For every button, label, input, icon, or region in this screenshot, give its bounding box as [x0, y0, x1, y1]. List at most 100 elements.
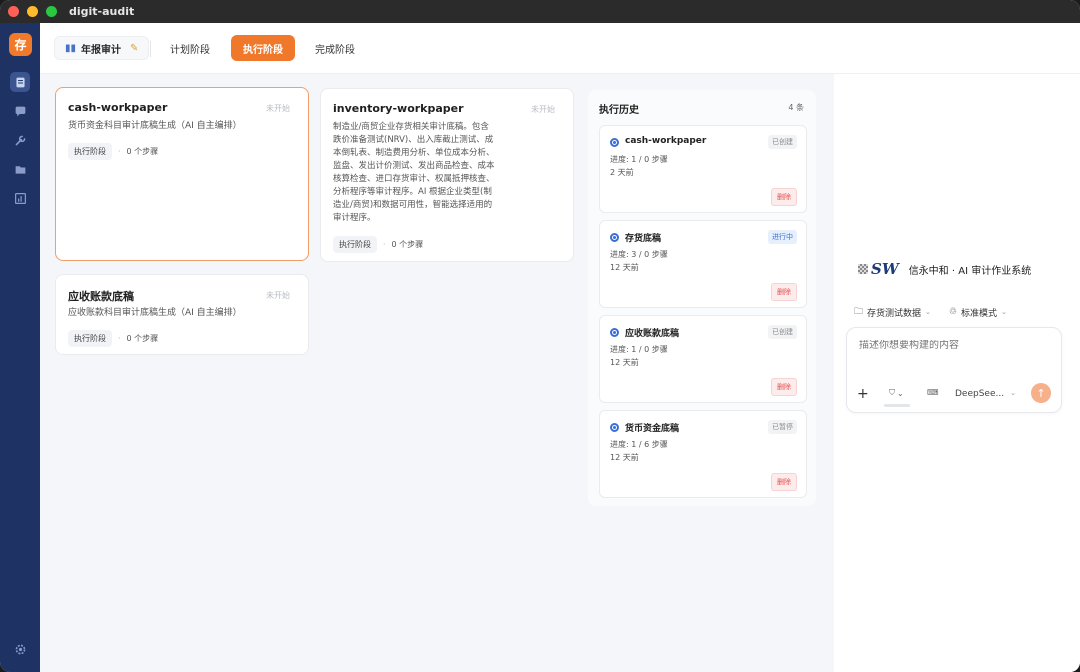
tool-indicator: [884, 404, 910, 407]
separator-dot: ·: [118, 147, 121, 156]
history-item[interactable]: cash-workpaper 已创建 进度: 1 / 0 步骤 2 天前 删除: [599, 125, 807, 213]
execution-history-panel: 执行历史 4 条 cash-workpaper 已创建 进度: 1 / 0 步骤…: [588, 90, 816, 506]
chat-icon[interactable]: [10, 101, 30, 121]
step-count: 0 个步骤: [126, 147, 159, 156]
delete-button[interactable]: 删除: [771, 283, 797, 301]
report-icon[interactable]: [10, 188, 30, 208]
status-badge: 进行中: [768, 230, 797, 244]
assistant-options: 🗀 存货测试数据 ⌄ ♲ 标准模式 ⌄: [854, 304, 1007, 320]
system-name: 信永中和 · AI 审计作业系统: [908, 265, 1032, 277]
history-item[interactable]: 应收账款底稿 已创建 进度: 1 / 0 步骤 12 天前 删除: [599, 315, 807, 403]
side-rail: 存: [0, 23, 40, 672]
arrow-up-icon: ↑: [1036, 386, 1046, 400]
folder-icon[interactable]: [10, 159, 30, 179]
bar-chart-icon: ▮▮: [65, 42, 77, 54]
delete-button[interactable]: 删除: [771, 188, 797, 206]
tab-completion-phase[interactable]: 完成阶段: [303, 35, 367, 61]
main-content: cash-workpaper 未开始 货币资金科目审计底稿生成（AI 自主编排）…: [40, 74, 834, 672]
company-logo: SW: [858, 260, 899, 278]
status-badge: 未开始: [531, 105, 555, 114]
card-title: inventory-workpaper: [333, 102, 464, 115]
app-title: digit-audit: [69, 5, 135, 18]
card-description: 制造业/商贸企业存货相关审计底稿。包含 跌价准备测试(NRV)、出入库截止测试、…: [333, 121, 495, 225]
document-icon[interactable]: [10, 72, 30, 92]
zoom-window-button[interactable]: [46, 6, 57, 17]
step-count: 0 个步骤: [126, 334, 159, 343]
data-source-label: 存货测试数据: [867, 308, 922, 319]
minimize-window-button[interactable]: [27, 6, 38, 17]
mode-dropdown[interactable]: ♲ 标准模式 ⌄: [949, 304, 1007, 320]
description-line: 本倒轧表、制造费用分析、单位成本分析、: [333, 148, 495, 158]
workpaper-card-inventory[interactable]: inventory-workpaper 未开始 制造业/商贸企业存货相关审计底稿…: [320, 88, 574, 262]
status-badge: 未开始: [266, 291, 290, 300]
separator-dot: ·: [383, 240, 386, 249]
wrench-icon[interactable]: [10, 130, 30, 150]
card-meta: 执行阶段 · 0 个步骤: [333, 236, 423, 253]
description-line: 分析程序等审计程序。AI 根据企业类型(制: [333, 187, 492, 197]
progress-text: 进度: 1 / 0 步骤: [610, 345, 668, 354]
add-attachment-button[interactable]: +: [857, 386, 869, 402]
app-logo[interactable]: 存: [9, 33, 32, 56]
model-selector[interactable]: DeepSee... ⌄: [955, 389, 1016, 399]
pencil-icon[interactable]: ✎: [130, 43, 138, 54]
description-line: 审计程序。: [333, 213, 376, 223]
delete-button[interactable]: 删除: [771, 378, 797, 396]
settings-icon[interactable]: [10, 639, 30, 659]
workpaper-card-receivables[interactable]: 应收账款底稿 未开始 应收账款科目审计底稿生成（AI 自主编排） 执行阶段 · …: [55, 274, 309, 355]
history-item[interactable]: 货币资金底稿 已暂停 进度: 1 / 6 步骤 12 天前 删除: [599, 410, 807, 498]
progress-text: 进度: 1 / 6 步骤: [610, 440, 668, 449]
status-dot-icon: [610, 328, 619, 337]
history-title: 执行历史: [599, 105, 639, 116]
status-dot-icon: [610, 423, 619, 432]
sparkle-shield-icon: ⛉: [889, 388, 895, 397]
status-badge: 未开始: [266, 104, 290, 113]
description-line: 监盘、发出计价测试、发出商品检查、成本: [333, 161, 495, 171]
phase-tag: 执行阶段: [333, 236, 377, 253]
annual-audit-label: 年报审计: [81, 44, 122, 56]
chevron-down-icon: ⌄: [1001, 308, 1007, 316]
history-item[interactable]: 存货底稿 进行中 进度: 3 / 0 步骤 12 天前 删除: [599, 220, 807, 308]
keyboard-button[interactable]: ⌨: [927, 388, 939, 397]
time-text: 12 天前: [610, 263, 639, 272]
divider: [150, 41, 151, 57]
tab-execution-phase[interactable]: 执行阶段: [231, 35, 295, 61]
card-meta: 执行阶段 · 0 个步骤: [68, 330, 158, 347]
keyboard-icon: ⌨: [927, 388, 939, 397]
recycle-icon: ♲: [948, 307, 957, 317]
brand: SW 信永中和 · AI 审计作业系统: [858, 260, 1031, 278]
title-bar: digit-audit: [0, 0, 1080, 23]
card-description: 应收账款科目审计底稿生成（AI 自主编排）: [68, 308, 242, 318]
folder-icon: 🗀: [854, 307, 864, 317]
mode-label: 标准模式: [960, 308, 997, 319]
skill-toggle-button[interactable]: ⛉ ⌄: [889, 388, 904, 398]
tab-plan-phase[interactable]: 计划阶段: [158, 35, 222, 61]
close-window-button[interactable]: [8, 6, 19, 17]
status-dot-icon: [610, 138, 619, 147]
send-button[interactable]: ↑: [1031, 383, 1051, 403]
annual-audit-button[interactable]: ▮▮ 年报审计 ✎: [54, 36, 150, 60]
history-item-name: 货币资金底稿: [625, 424, 680, 434]
prompt-input[interactable]: [859, 340, 1049, 351]
data-source-dropdown[interactable]: 🗀 存货测试数据 ⌄: [854, 304, 931, 320]
history-item-name: 存货底稿: [625, 234, 662, 244]
chevron-down-icon: ⌄: [1010, 389, 1016, 397]
prompt-composer: + ⛉ ⌄ ⌨ DeepSee... ⌄ ↑: [846, 327, 1062, 413]
card-description: 货币资金科目审计底稿生成（AI 自主编排）: [68, 121, 242, 131]
delete-button[interactable]: 删除: [771, 473, 797, 491]
progress-text: 进度: 1 / 0 步骤: [610, 155, 668, 164]
status-badge: 已暂停: [768, 420, 797, 434]
separator-dot: ·: [118, 334, 121, 343]
step-count: 0 个步骤: [391, 240, 424, 249]
card-meta: 执行阶段 · 0 个步骤: [68, 143, 158, 160]
workpaper-card-cash[interactable]: cash-workpaper 未开始 货币资金科目审计底稿生成（AI 自主编排）…: [55, 87, 309, 261]
history-item-name: 应收账款底稿: [625, 329, 680, 339]
status-badge: 已创建: [768, 325, 797, 339]
time-text: 12 天前: [610, 453, 639, 462]
card-title: 应收账款底稿: [68, 290, 134, 303]
description-line: 造业/商贸)和数据可用性，智能选择适用的: [333, 200, 493, 210]
phase-tag: 执行阶段: [68, 143, 112, 160]
top-bar: ▮▮ 年报审计 ✎ 计划阶段 执行阶段 完成阶段: [40, 23, 1080, 74]
logo-text: SW: [871, 260, 899, 278]
assistant-panel: SW 信永中和 · AI 审计作业系统 🗀 存货测试数据 ⌄ ♲ 标准模式 ⌄ …: [834, 74, 1080, 672]
history-item-name: cash-workpaper: [625, 136, 707, 146]
